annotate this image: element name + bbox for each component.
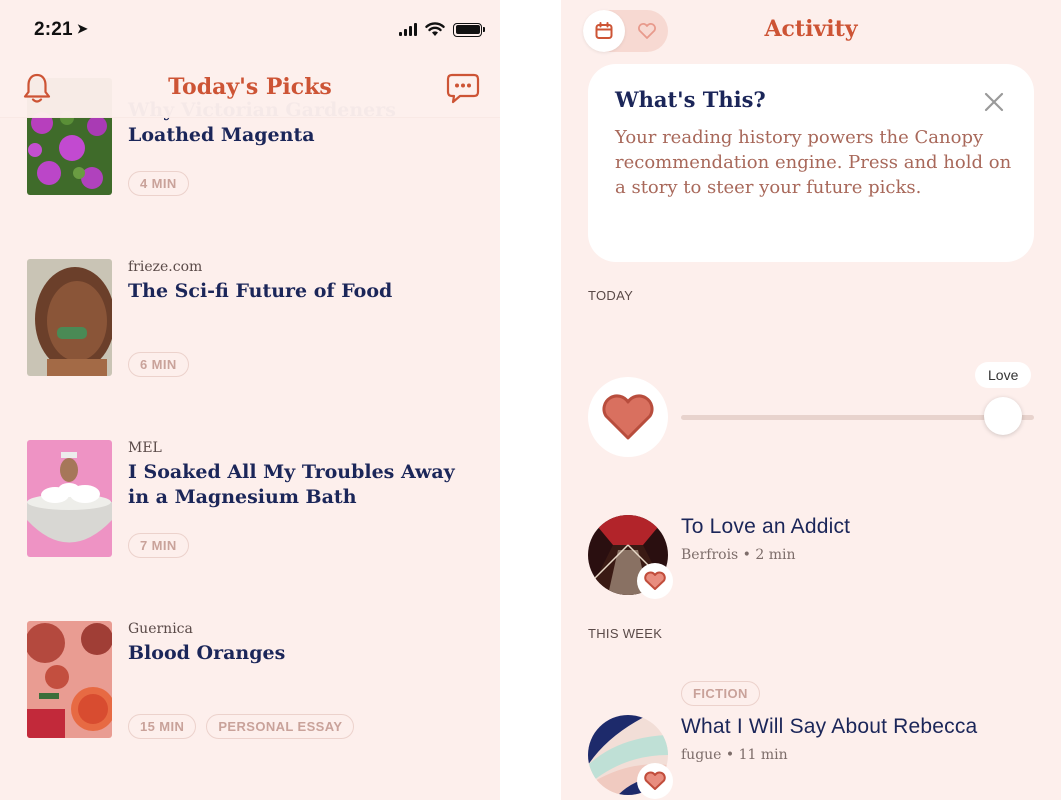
cellular-signal-icon	[399, 23, 417, 36]
section-label-today: TODAY	[588, 288, 634, 303]
article-thumbnail	[27, 621, 112, 738]
info-card-body: Your reading history powers the Canopy r…	[615, 127, 1012, 198]
status-time: 2:21 ➤	[34, 19, 88, 41]
reaction-label: Love	[975, 362, 1032, 388]
article-source: Guernica	[128, 621, 193, 637]
picks-header: Today's Picks	[0, 60, 500, 118]
reaction-heart	[588, 377, 668, 457]
story-item[interactable]: What I Will Say About Rebecca fugue • 11…	[588, 715, 1034, 799]
status-time-text: 2:21	[34, 19, 73, 40]
article-source: frieze.com	[128, 259, 203, 275]
activity-screen: Activity What's This? Your reading histo…	[561, 0, 1061, 800]
page-title: Today's Picks	[168, 74, 332, 100]
loved-badge	[637, 563, 673, 599]
read-time-tag: 6 MIN	[128, 352, 189, 377]
todays-picks-screen: 2:21 ➤ Loathed Magenta 4 MIN frieze.com …	[0, 0, 500, 800]
heart-icon	[644, 771, 666, 790]
loved-badge	[637, 763, 673, 799]
category-tag: PERSONAL ESSAY	[206, 714, 355, 739]
close-icon[interactable]	[984, 92, 1004, 117]
article-tags: 15 MIN PERSONAL ESSAY	[128, 714, 355, 739]
read-time-tag: 15 MIN	[128, 714, 197, 739]
article-tags: 7 MIN	[128, 533, 189, 558]
article-tags: 4 MIN	[128, 171, 189, 196]
battery-icon	[453, 22, 485, 37]
article-title: I Soaked All My Troubles Away in a Magne…	[128, 461, 455, 508]
story-title: What I Will Say About Rebecca	[681, 715, 978, 738]
article-thumbnail	[27, 259, 112, 376]
status-icons	[399, 22, 485, 37]
info-card-title: What's This?	[615, 87, 766, 112]
read-time-tag: 7 MIN	[128, 533, 189, 558]
view-toggle	[583, 10, 668, 52]
chat-icon[interactable]	[446, 72, 480, 109]
activity-header: Activity	[561, 0, 1061, 62]
location-arrow-icon: ➤	[76, 21, 88, 36]
heart-outline-icon	[638, 23, 656, 39]
calendar-icon	[595, 22, 613, 39]
favorites-toggle[interactable]	[626, 10, 668, 52]
article-tags: 6 MIN	[128, 352, 189, 377]
article-title: Blood Oranges	[128, 642, 286, 664]
info-card: What's This? Your reading history powers…	[588, 64, 1034, 262]
article-card[interactable]: frieze.com The Sci-fi Future of Food 6 M…	[27, 259, 487, 377]
story-meta: Berfrois • 2 min	[681, 547, 796, 563]
heart-icon	[602, 394, 654, 440]
calendar-toggle[interactable]	[583, 10, 625, 52]
section-label-this-week: THIS WEEK	[588, 626, 663, 641]
article-source: MEL	[128, 440, 162, 456]
reaction-slider-track[interactable]	[681, 415, 1034, 420]
read-time-tag: 4 MIN	[128, 171, 189, 196]
wifi-icon	[425, 22, 445, 36]
genre-tag: FICTION	[681, 681, 760, 706]
article-thumbnail	[27, 440, 112, 557]
page-title: Activity	[764, 16, 858, 42]
heart-icon	[644, 571, 666, 590]
story-title: To Love an Addict	[681, 515, 851, 538]
story-item[interactable]: To Love an Addict Berfrois • 2 min	[588, 515, 1034, 599]
article-card[interactable]: MEL I Soaked All My Troubles Away in a M…	[27, 440, 487, 558]
story-meta: fugue • 11 min	[681, 747, 788, 763]
reaction-slider-thumb[interactable]	[984, 397, 1022, 435]
article-card[interactable]: Guernica Blood Oranges 15 MIN PERSONAL E…	[27, 621, 487, 739]
status-bar: 2:21 ➤	[0, 0, 500, 60]
article-title: The Sci-fi Future of Food	[128, 280, 393, 302]
